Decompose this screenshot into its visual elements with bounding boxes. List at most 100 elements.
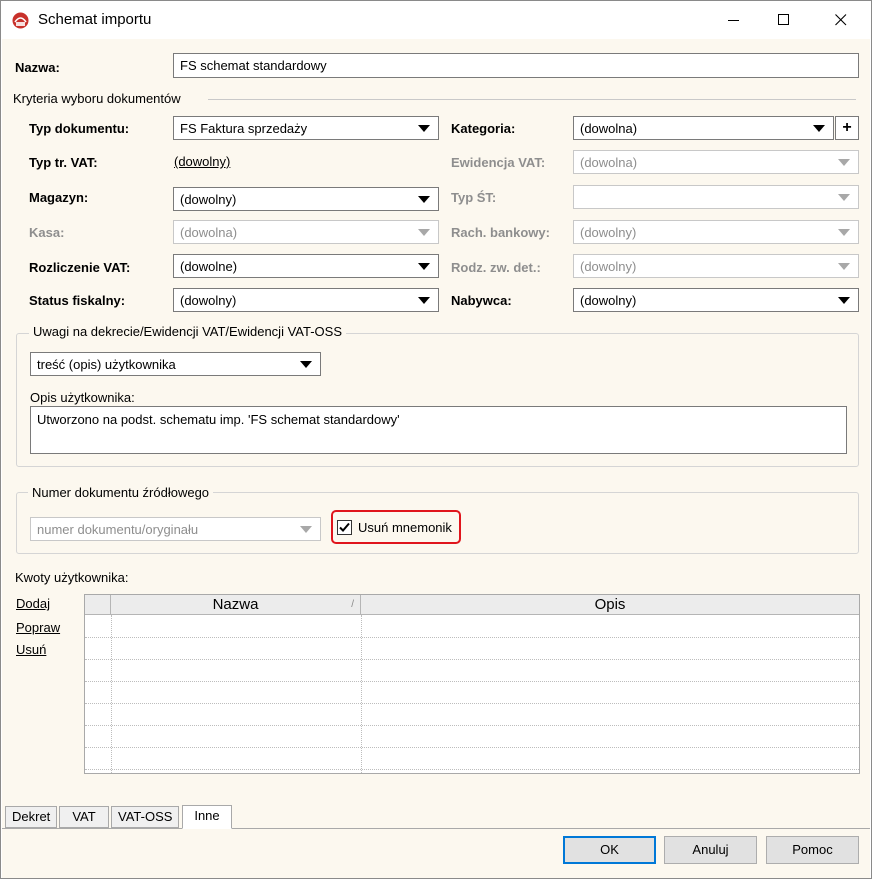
grid-row-line xyxy=(85,703,859,704)
window-title: Schemat importu xyxy=(38,11,152,28)
tab-vat[interactable]: VAT xyxy=(59,806,109,828)
tab-vat-oss[interactable]: VAT-OSS xyxy=(111,806,180,828)
typ-dokumentu-value: FS Faktura sprzedaży xyxy=(180,121,308,136)
status-fiskalny-label: Status fiskalny: xyxy=(29,293,126,308)
uwagi-group-title: Uwagi na dekrecie/Ewidencji VAT/Ewidencj… xyxy=(29,324,346,339)
chevron-down-icon xyxy=(838,159,850,166)
kwoty-section-title: Kwoty użytkownika: xyxy=(15,570,129,585)
add-kategoria-button[interactable]: + xyxy=(835,116,859,140)
numer-dokumentu-select[interactable]: numer dokumentu/oryginału xyxy=(30,517,321,541)
grid-row-line xyxy=(85,769,859,770)
minimize-icon xyxy=(728,20,739,21)
typ-st-select[interactable] xyxy=(573,185,859,209)
rodz-zw-det-select[interactable]: (dowolny) xyxy=(573,254,859,278)
popraw-link[interactable]: Popraw xyxy=(16,620,60,635)
grid-row-line xyxy=(85,725,859,726)
help-button[interactable]: Pomoc xyxy=(766,836,859,864)
chevron-down-icon xyxy=(300,361,312,368)
maximize-icon xyxy=(778,14,789,25)
nabywca-value: (dowolny) xyxy=(580,293,637,308)
column-header-opis-label: Opis xyxy=(594,596,626,613)
grid-row-line xyxy=(85,659,859,660)
chevron-down-icon xyxy=(300,526,312,533)
rach-bankowy-label: Rach. bankowy: xyxy=(451,225,550,240)
ewidencja-vat-select[interactable]: (dowolna) xyxy=(573,150,859,174)
chevron-down-icon xyxy=(418,263,430,270)
tab-strip-line xyxy=(2,828,870,829)
chevron-down-icon xyxy=(813,125,825,132)
chevron-down-icon xyxy=(838,263,850,270)
chevron-down-icon xyxy=(838,297,850,304)
status-fiskalny-select[interactable]: (dowolny) xyxy=(173,288,439,312)
chevron-down-icon xyxy=(838,194,850,201)
numer-dokumentu-value: numer dokumentu/oryginału xyxy=(37,522,199,537)
dialog-body: Nazwa: FS schemat standardowy Kryteria w… xyxy=(2,39,870,878)
criteria-section-title: Kryteria wyboru dokumentów xyxy=(13,91,181,106)
column-header-nazwa-label: Nazwa xyxy=(212,596,259,613)
chevron-down-icon xyxy=(418,297,430,304)
column-header-nazwa[interactable]: Nazwa / xyxy=(111,595,361,615)
tab-dekret[interactable]: Dekret xyxy=(5,806,58,828)
app-logo-icon xyxy=(12,12,29,29)
dialog-window: Schemat importu Nazwa: FS schemat standa… xyxy=(0,0,872,879)
kasa-select[interactable]: (dowolna) xyxy=(173,220,439,244)
cancel-button[interactable]: Anuluj xyxy=(664,836,757,864)
grid-row-line xyxy=(85,747,859,748)
grid-row-line xyxy=(85,637,859,638)
usun-mnemonik-label[interactable]: Usuń mnemonik xyxy=(358,520,452,535)
chevron-down-icon xyxy=(418,125,430,132)
minimize-button[interactable] xyxy=(711,1,757,39)
row-indicator-header xyxy=(85,595,111,615)
maximize-button[interactable] xyxy=(761,1,807,39)
rozliczenie-vat-label: Rozliczenie VAT: xyxy=(29,260,131,275)
ewidencja-vat-value: (dowolna) xyxy=(580,155,638,170)
magazyn-select[interactable]: (dowolny) xyxy=(173,187,439,211)
close-button[interactable] xyxy=(818,1,864,39)
criteria-separator xyxy=(208,99,856,100)
rach-bankowy-value: (dowolny) xyxy=(580,225,637,240)
close-icon xyxy=(835,14,847,26)
grid-row-line xyxy=(85,681,859,682)
magazyn-value: (dowolny) xyxy=(180,192,237,207)
usun-link[interactable]: Usuń xyxy=(16,642,46,657)
sort-indicator-icon: / xyxy=(351,599,354,610)
kasa-value: (dowolna) xyxy=(180,225,238,240)
rodz-zw-det-label: Rodz. zw. det.: xyxy=(451,260,541,275)
grid-header: Nazwa / Opis xyxy=(85,595,859,615)
kasa-label: Kasa: xyxy=(29,225,65,240)
kategoria-value: (dowolna) xyxy=(580,121,638,136)
opis-uzytkownika-input[interactable]: Utworzono na podst. schematu imp. 'FS sc… xyxy=(30,406,847,454)
typ-dokumentu-label: Typ dokumentu: xyxy=(29,121,130,136)
status-fiskalny-value: (dowolny) xyxy=(180,293,237,308)
rozliczenie-vat-select[interactable]: (dowolne) xyxy=(173,254,439,278)
rodz-zw-det-value: (dowolny) xyxy=(580,259,637,274)
nabywca-label: Nabywca: xyxy=(451,293,512,308)
chevron-down-icon xyxy=(838,229,850,236)
uwagi-source-value: treść (opis) użytkownika xyxy=(37,357,176,372)
tab-inne[interactable]: Inne xyxy=(182,805,232,829)
column-header-opis[interactable]: Opis xyxy=(361,595,859,615)
grid-column-divider xyxy=(361,615,362,773)
dodaj-link[interactable]: Dodaj xyxy=(16,596,50,611)
rozliczenie-vat-value: (dowolne) xyxy=(180,259,238,274)
kwoty-grid[interactable]: Nazwa / Opis xyxy=(84,594,860,774)
ewidencja-vat-label: Ewidencja VAT: xyxy=(451,155,546,170)
typ-dokumentu-select[interactable]: FS Faktura sprzedaży xyxy=(173,116,439,140)
typ-tr-vat-link[interactable]: (dowolny) xyxy=(174,154,230,169)
nabywca-select[interactable]: (dowolny) xyxy=(573,288,859,312)
name-label: Nazwa: xyxy=(15,60,60,75)
chevron-down-icon xyxy=(418,229,430,236)
uwagi-source-select[interactable]: treść (opis) użytkownika xyxy=(30,352,321,376)
kategoria-select[interactable]: (dowolna) xyxy=(573,116,834,140)
opis-uzytkownika-label: Opis użytkownika: xyxy=(30,390,135,405)
title-bar[interactable]: Schemat importu xyxy=(1,1,871,39)
name-input[interactable]: FS schemat standardowy xyxy=(173,53,859,78)
typ-st-label: Typ ŚT: xyxy=(451,190,497,205)
ok-button[interactable]: OK xyxy=(563,836,656,864)
usun-mnemonik-checkbox[interactable] xyxy=(337,520,352,535)
rach-bankowy-select[interactable]: (dowolny) xyxy=(573,220,859,244)
magazyn-label: Magazyn: xyxy=(29,190,89,205)
numer-dokumentu-group-title: Numer dokumentu źródłowego xyxy=(28,485,214,500)
chevron-down-icon xyxy=(418,196,430,203)
checkmark-icon xyxy=(339,522,350,532)
